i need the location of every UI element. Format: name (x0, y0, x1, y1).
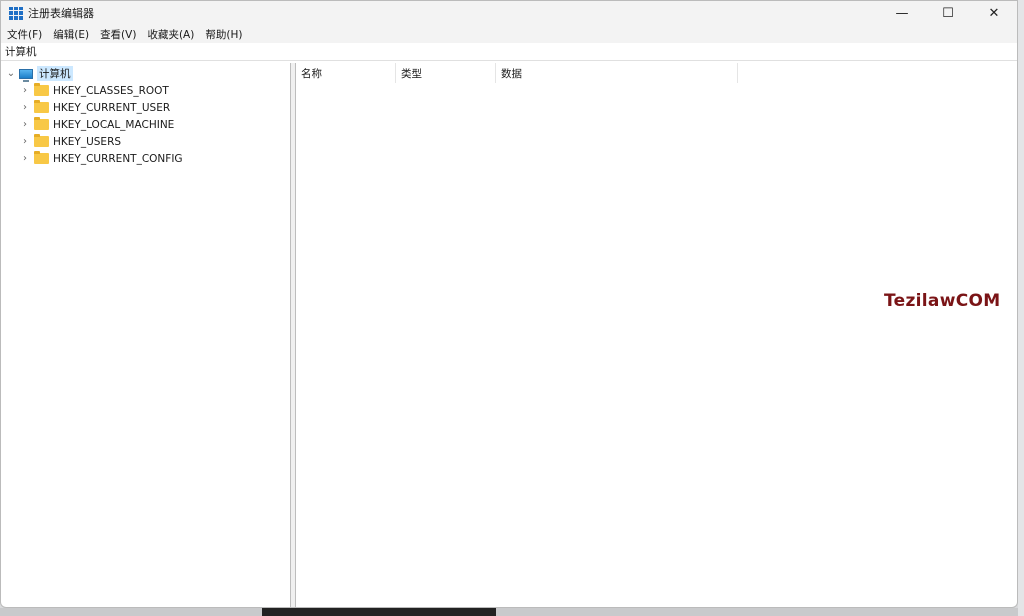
tree-item-computer[interactable]: ⌄ 计算机 (1, 65, 290, 82)
tree-item-hkcr[interactable]: › HKEY_CLASSES_ROOT (1, 82, 290, 99)
tree-item-label: HKEY_CURRENT_USER (53, 101, 171, 114)
title-bar[interactable]: 注册表编辑器 — ☐ ✕ (1, 1, 1017, 25)
watermark: TezilawCOM (884, 291, 1001, 311)
folder-icon (34, 83, 49, 96)
chevron-down-icon[interactable]: ⌄ (5, 68, 17, 79)
chevron-right-icon[interactable]: › (19, 153, 31, 164)
menu-view[interactable]: 查看(V) (100, 27, 136, 42)
computer-icon (19, 68, 33, 82)
folder-icon (34, 151, 49, 164)
tree-item-label: HKEY_CLASSES_ROOT (53, 84, 169, 97)
tree-item-label: 计算机 (37, 66, 73, 81)
tree-item-hku[interactable]: › HKEY_USERS (1, 133, 290, 150)
column-header-name[interactable]: 名称 (296, 63, 396, 83)
background-thumbnail (262, 608, 496, 616)
menu-file[interactable]: 文件(F) (7, 27, 42, 42)
tree-pane: ⌄ 计算机 › HKEY_CLASSES_ROOT › HKEY_CURRENT… (1, 63, 291, 607)
chevron-right-icon[interactable]: › (19, 85, 31, 96)
background-page-edge (1018, 0, 1024, 616)
registry-editor-window: 注册表编辑器 — ☐ ✕ 文件(F) 编辑(E) 查看(V) 收藏夹(A) 帮助… (0, 0, 1018, 608)
values-pane: 名称 类型 数据 TezilawCOM (296, 63, 1017, 607)
column-header-row: 名称 类型 数据 (296, 63, 1017, 83)
menu-bar: 文件(F) 编辑(E) 查看(V) 收藏夹(A) 帮助(H) (1, 25, 1017, 43)
address-bar[interactable]: 计算机 (1, 43, 1017, 61)
close-button[interactable]: ✕ (971, 1, 1017, 25)
registry-app-icon (9, 6, 23, 20)
chevron-right-icon[interactable]: › (19, 136, 31, 147)
chevron-right-icon[interactable]: › (19, 102, 31, 113)
tree-item-label: HKEY_USERS (53, 135, 122, 148)
tree-item-hkcc[interactable]: › HKEY_CURRENT_CONFIG (1, 150, 290, 167)
tree-item-hklm[interactable]: › HKEY_LOCAL_MACHINE (1, 116, 290, 133)
tree-item-label: HKEY_CURRENT_CONFIG (53, 152, 183, 165)
menu-favorites[interactable]: 收藏夹(A) (147, 27, 194, 42)
menu-edit[interactable]: 编辑(E) (53, 27, 89, 42)
column-header-type[interactable]: 类型 (396, 63, 496, 83)
tree-item-hkcu[interactable]: › HKEY_CURRENT_USER (1, 99, 290, 116)
folder-icon (34, 117, 49, 130)
tree-item-label: HKEY_LOCAL_MACHINE (53, 118, 175, 131)
background-taskbar-area (0, 608, 1024, 616)
maximize-button[interactable]: ☐ (925, 1, 971, 25)
folder-icon (34, 134, 49, 147)
menu-help[interactable]: 帮助(H) (205, 27, 242, 42)
minimize-button[interactable]: — (879, 1, 925, 25)
window-title: 注册表编辑器 (28, 7, 94, 20)
column-header-data[interactable]: 数据 (496, 63, 738, 83)
folder-icon (34, 100, 49, 113)
chevron-right-icon[interactable]: › (19, 119, 31, 130)
